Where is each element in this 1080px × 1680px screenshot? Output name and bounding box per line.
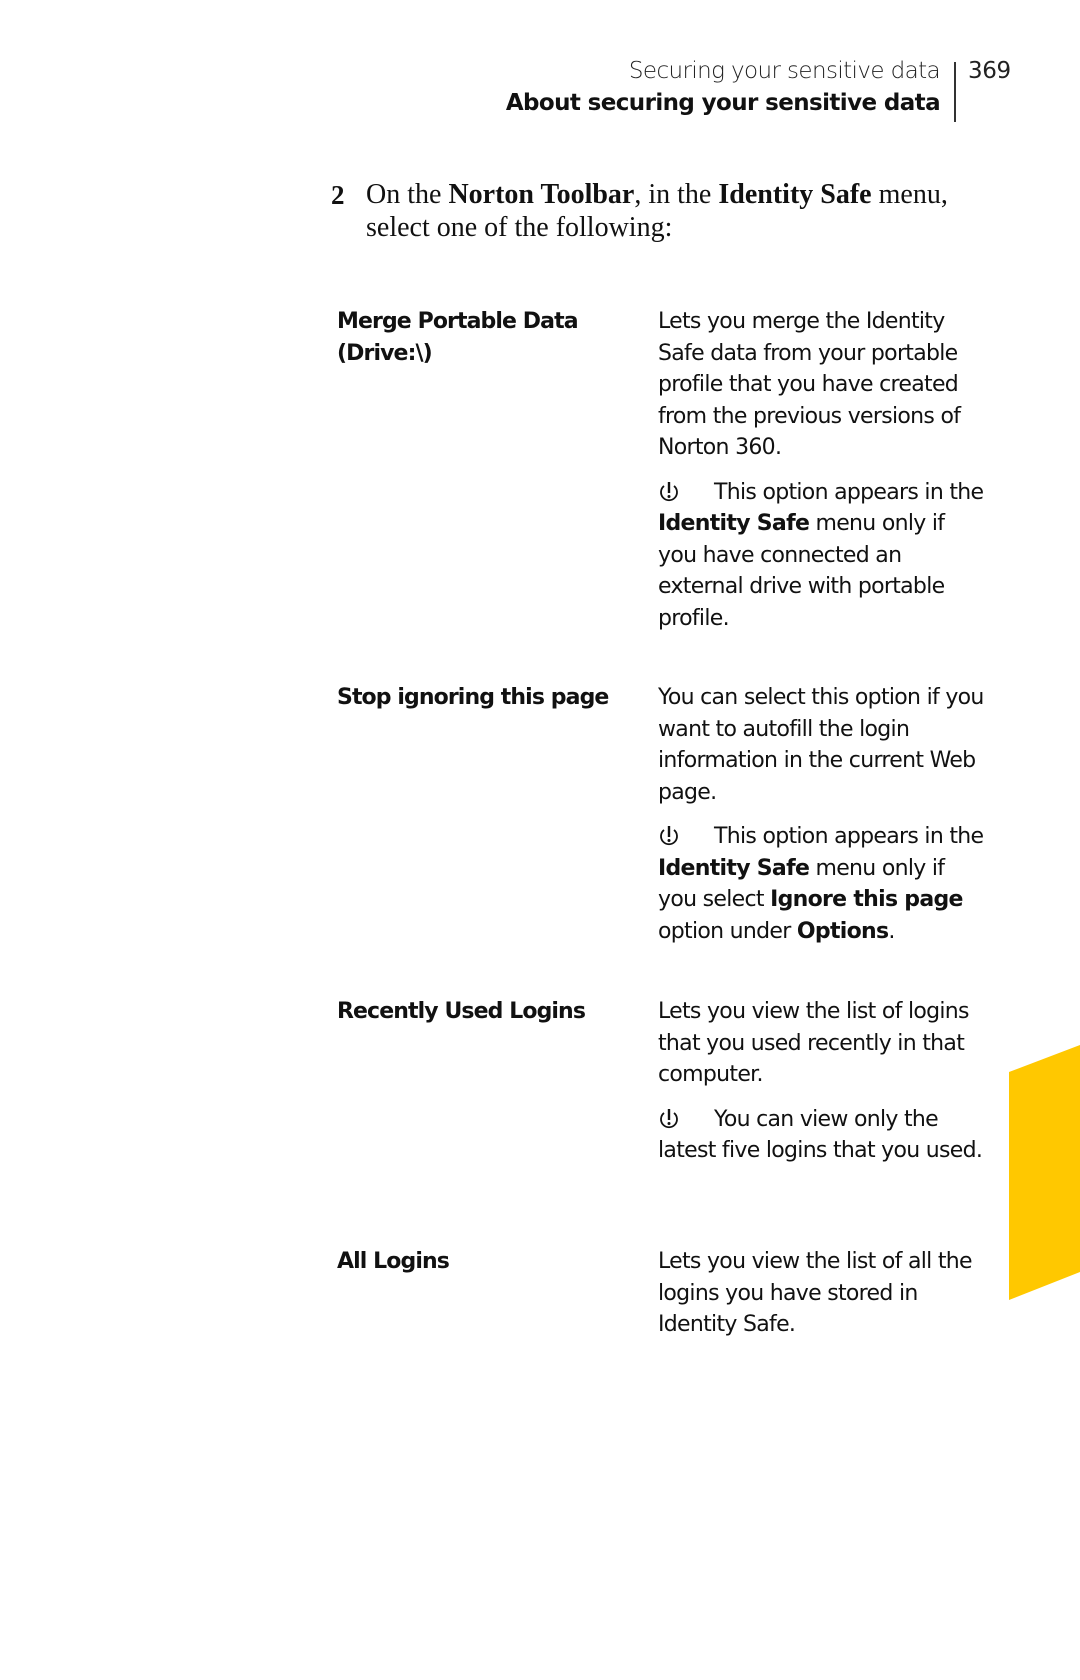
note-ui-term: Identity Safe	[658, 511, 810, 536]
step-text: On the Norton Toolbar, in the Identity S…	[366, 178, 986, 244]
header-divider	[954, 62, 956, 122]
option-term: Merge Portable Data (Drive:\)	[337, 309, 579, 366]
option-term: Stop ignoring this page	[337, 685, 609, 710]
warning-icon	[658, 825, 680, 847]
step-ui-term-identity-safe: Identity Safe	[718, 179, 872, 210]
option-description: Lets you view the list of all the logins…	[658, 1249, 973, 1337]
option-description: Lets you view the list of logins that yo…	[658, 999, 970, 1087]
note-text: You can view only the latest five logins…	[658, 1106, 983, 1164]
chapter-title: Securing your sensitive data	[628, 58, 941, 84]
note-ui-term: Ignore this page	[770, 887, 963, 912]
step-ui-term-norton-toolbar: Norton Toolbar	[448, 179, 635, 210]
note-ui-term: Identity Safe	[658, 855, 810, 881]
option-term: All Logins	[337, 1249, 450, 1274]
warning-icon	[658, 1108, 680, 1130]
note-text: This option appears in the	[714, 824, 984, 849]
step-text-part: , in the	[634, 179, 719, 210]
option-description-block: Lets you view the list of all the logins…	[658, 1246, 988, 1341]
option-description-block: Lets you merge the Identity Safe data fr…	[658, 306, 988, 634]
note-text: .	[888, 918, 895, 944]
option-note: You can view only the latest five logins…	[658, 1104, 988, 1167]
option-description-block: You can select this option if you want t…	[658, 682, 988, 947]
note-text: option under	[658, 918, 797, 944]
option-description-block: Lets you view the list of logins that yo…	[658, 996, 988, 1167]
chapter-thumb-tab	[1009, 1045, 1080, 1300]
note-text: This option appears in the	[714, 479, 984, 505]
warning-icon	[658, 481, 680, 503]
note-ui-term: Options	[796, 918, 889, 944]
option-description: You can select this option if you want t…	[658, 685, 984, 805]
option-description: Lets you merge the Identity Safe data fr…	[658, 309, 961, 460]
thumb-tab-shape	[1009, 1045, 1080, 1300]
option-term: Recently Used Logins	[337, 999, 586, 1024]
option-note: This option appears in the Identity Safe…	[658, 821, 988, 947]
section-title: About securing your sensitive data	[505, 90, 941, 116]
step-number: 2	[331, 180, 345, 210]
option-note: This option appears in the Identity Safe…	[658, 477, 988, 635]
page-number: 369	[968, 58, 1011, 84]
step-text-part: On the	[366, 179, 449, 210]
running-header: Securing your sensitive data About secur…	[505, 55, 941, 119]
